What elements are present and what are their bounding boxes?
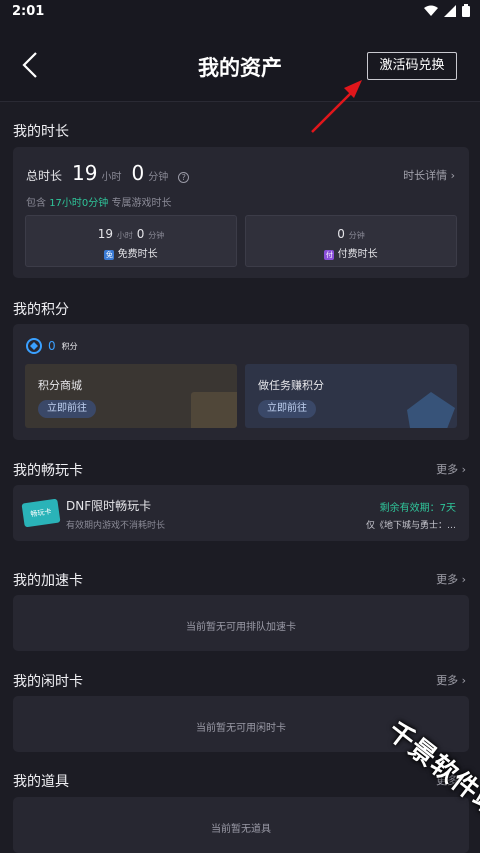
paid-duration-label-row: 付 付费时长 [246, 245, 456, 260]
boost-card-empty-box: 当前暂无可用排队加速卡 [13, 595, 469, 651]
points-unit: 积分 [61, 341, 78, 351]
boost-card-more-label: 更多 [436, 573, 459, 586]
points-coin-icon [26, 338, 42, 354]
free-duration-label: 免费时长 [117, 249, 158, 260]
points-value: 0 [48, 339, 56, 353]
status-icons [424, 4, 470, 17]
play-card-scope: 仅《地下城与勇士：… [365, 521, 456, 531]
includes-prefix: 包含 [26, 198, 46, 209]
paid-badge-icon: 付 [324, 250, 335, 260]
chevron-right-icon: › [450, 169, 455, 182]
paid-minutes: 0 [337, 227, 345, 241]
free-minutes-unit: 分钟 [148, 231, 165, 240]
points-tasks-tile[interactable]: 做任务赚积分 立即前往 [245, 364, 457, 428]
play-card-desc: 有效期内游戏不消耗时长 [66, 521, 166, 531]
chevron-right-icon: › [458, 674, 466, 687]
play-card-thumbnail: 畅玩卡 [21, 498, 61, 528]
points-mall-label: 积分商城 [38, 379, 82, 392]
points-tasks-label: 做任务赚积分 [258, 379, 324, 392]
status-time: 2:01 [12, 4, 45, 19]
total-label: 总时长 [26, 169, 63, 183]
play-card-thumb-label: 畅玩卡 [30, 507, 52, 519]
chevron-right-icon: › [458, 463, 466, 476]
includes-suffix: 专属游戏时长 [111, 198, 172, 209]
paid-duration-label: 付费时长 [337, 249, 378, 260]
duration-card: 总时长 19 小时 0 分钟 ? 时长详情 › 包含 17小时0分钟 专属游戏时… [13, 147, 469, 278]
points-mall-tile[interactable]: 积分商城 立即前往 [25, 364, 237, 428]
top-navbar: 我的资产 激活码兑换 [0, 24, 480, 102]
duration-details-link[interactable]: 时长详情 › [403, 167, 455, 183]
free-duration-value: 19 小时 0 分钟 [26, 227, 236, 241]
points-mall-go-button[interactable]: 立即前往 [38, 400, 96, 418]
crystal-icon [407, 392, 455, 428]
total-hours: 19 [72, 161, 98, 185]
free-minutes: 0 [136, 227, 145, 241]
hours-unit: 小时 [101, 172, 122, 183]
gift-box-icon [191, 392, 237, 428]
includes-note: 包含 17小时0分钟 专属游戏时长 [26, 194, 171, 209]
play-card-more-label: 更多 [436, 463, 459, 476]
free-duration-box: 19 小时 0 分钟 免 免费时长 [25, 215, 237, 267]
total-duration: 总时长 19 小时 0 分钟 ? [26, 161, 190, 185]
play-card-section-title: 我的畅玩卡 [13, 463, 83, 479]
points-balance: 0 积分 [26, 338, 78, 354]
play-card-validity: 剩余有效期：7天 [379, 503, 456, 514]
props-section-title: 我的道具 [13, 774, 69, 790]
play-card-more-link[interactable]: 更多 › [436, 461, 466, 477]
points-tasks-go-button[interactable]: 立即前往 [258, 400, 316, 418]
idle-card-section-title: 我的闲时卡 [13, 674, 83, 690]
minutes-unit: 分钟 [148, 172, 169, 183]
help-icon[interactable]: ? [178, 172, 190, 183]
boost-card-more-link[interactable]: 更多 › [436, 571, 466, 587]
signal-icon [444, 4, 456, 17]
duration-section-title: 我的时长 [13, 124, 69, 140]
includes-value: 17小时0分钟 [49, 198, 109, 209]
annotation-arrow-icon [311, 80, 362, 133]
boost-card-empty-text: 当前暂无可用排队加速卡 [186, 622, 296, 633]
redeem-code-button[interactable]: 激活码兑换 [367, 52, 457, 80]
free-hours: 19 [97, 227, 114, 241]
free-duration-label-row: 免 免费时长 [26, 245, 236, 260]
play-card-item[interactable]: 畅玩卡 DNF限时畅玩卡 有效期内游戏不消耗时长 剩余有效期：7天 仅《地下城与… [13, 485, 469, 541]
battery-icon [462, 4, 470, 17]
points-section-title: 我的积分 [13, 302, 69, 318]
idle-card-more-label: 更多 [436, 674, 459, 687]
total-minutes: 0 [131, 161, 145, 185]
paid-duration-box: 0 分钟 付 付费时长 [245, 215, 457, 267]
chevron-right-icon: › [458, 573, 466, 586]
boost-card-section-title: 我的加速卡 [13, 573, 83, 589]
free-badge-icon: 免 [104, 250, 115, 260]
wifi-icon [424, 5, 438, 16]
free-hours-unit: 小时 [116, 231, 133, 240]
status-bar: 2:01 [0, 0, 480, 24]
idle-card-more-link[interactable]: 更多 › [436, 672, 466, 688]
play-card-name: DNF限时畅玩卡 [66, 499, 152, 513]
paid-duration-value: 0 分钟 [246, 227, 456, 241]
details-label: 时长详情 [403, 169, 448, 182]
paid-minutes-unit: 分钟 [348, 231, 365, 240]
points-card: 0 积分 积分商城 立即前往 做任务赚积分 立即前往 [13, 324, 469, 440]
